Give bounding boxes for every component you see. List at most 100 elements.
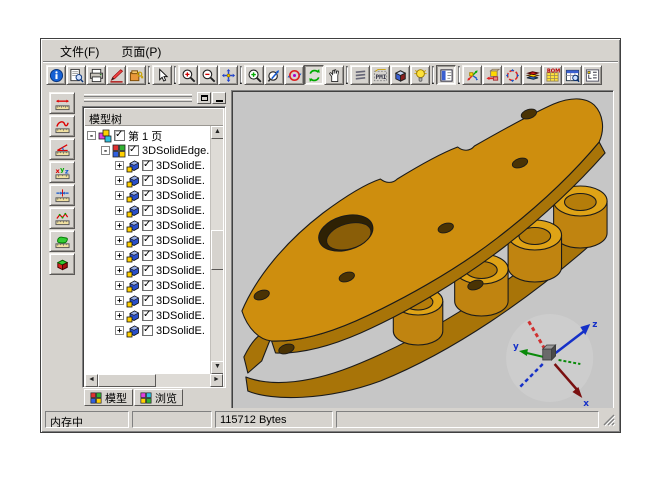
toolbar-button-orbit[interactable]	[284, 65, 304, 85]
toolbar-button-zoom-window[interactable]	[244, 65, 264, 85]
toolbar-button-measure-polyline[interactable]	[49, 207, 75, 229]
resize-grip[interactable]	[602, 413, 616, 427]
tree-item-assembly[interactable]: - 3DSolidEdge.	[85, 143, 210, 158]
panel-drag-grip[interactable]	[82, 92, 196, 104]
toolbar-button-print-preview[interactable]	[66, 65, 86, 85]
panel-hide-button[interactable]	[212, 92, 226, 104]
viewport-wrap: z x y	[231, 89, 618, 408]
tree-item-part-2[interactable]: + 3DSolidE.	[85, 173, 210, 188]
tree-item-checkbox[interactable]	[142, 265, 153, 276]
toolbar-button-pmi[interactable]	[370, 65, 390, 85]
toolbar-button-info[interactable]	[46, 65, 66, 85]
toolbar-button-measure-curve[interactable]	[49, 115, 75, 137]
tree-item-part-7[interactable]: + 3DSolidE.	[85, 248, 210, 263]
tree-expand-toggle[interactable]: +	[115, 251, 124, 260]
toolbar-button-rotate-part[interactable]	[502, 65, 522, 85]
toolbar-button-print[interactable]	[86, 65, 106, 85]
tree-node-icon	[126, 204, 140, 218]
tab-model[interactable]: 模型	[84, 389, 133, 406]
toolbar-button-measure-gap[interactable]	[49, 184, 75, 206]
tree-item-part-10[interactable]: + 3DSolidE.	[85, 293, 210, 308]
toolbar-button-measure-volume[interactable]	[49, 253, 75, 275]
tree-item-checkbox[interactable]	[142, 280, 153, 291]
toolbar-button-measure-coordinate[interactable]	[49, 161, 75, 183]
toolbar-button-structure-tree[interactable]	[582, 65, 602, 85]
tree-expand-toggle[interactable]: -	[101, 146, 110, 155]
tree-item-checkbox[interactable]	[142, 160, 153, 171]
toolbar-button-select[interactable]	[152, 65, 172, 85]
toolbar-button-redline[interactable]	[106, 65, 126, 85]
toolbar-button-bom[interactable]	[542, 65, 562, 85]
tree-expand-toggle[interactable]: -	[87, 131, 96, 140]
toolbar-button-zoom-in[interactable]	[178, 65, 198, 85]
scroll-thumb[interactable]	[211, 230, 223, 270]
toolbar-button-measure-angle[interactable]	[49, 138, 75, 160]
tree-item-checkbox[interactable]	[142, 295, 153, 306]
tree-expand-toggle[interactable]: +	[115, 296, 124, 305]
tree-item-part-11[interactable]: + 3DSolidE.	[85, 308, 210, 323]
tree-item-checkbox[interactable]	[114, 130, 125, 141]
toolbar-button-spin[interactable]	[304, 65, 324, 85]
menu-file[interactable]: 文件(F)	[51, 41, 108, 62]
scroll-right-button[interactable]: ►	[210, 374, 223, 387]
scroll-thumb[interactable]	[98, 374, 156, 387]
tree-item-checkbox[interactable]	[142, 235, 153, 246]
toolbar-button-stamp[interactable]	[126, 65, 146, 85]
tree-item-part-6[interactable]: + 3DSolidE.	[85, 233, 210, 248]
tree-item-checkbox[interactable]	[142, 325, 153, 336]
toolbar-button-layers[interactable]	[350, 65, 370, 85]
tree-item-part-4[interactable]: + 3DSolidE.	[85, 203, 210, 218]
tree-item-checkbox[interactable]	[142, 205, 153, 216]
toolbar-button-pan-hand[interactable]	[324, 65, 344, 85]
toolbar-button-browser-panel[interactable]	[436, 65, 456, 85]
tree-item-checkbox[interactable]	[142, 250, 153, 261]
toolbar-button-lighting[interactable]	[410, 65, 430, 85]
toolbar-button-property-table[interactable]	[562, 65, 582, 85]
tree-vertical-scrollbar[interactable]: ▲ ▼	[210, 126, 223, 374]
toolbar-icon	[413, 68, 428, 83]
tree-item-part-3[interactable]: + 3DSolidE.	[85, 188, 210, 203]
tree-expand-toggle[interactable]: +	[115, 281, 124, 290]
tree-expand-toggle[interactable]: +	[115, 161, 124, 170]
tree-item-part-9[interactable]: + 3DSolidE.	[85, 278, 210, 293]
tree-item-checkbox[interactable]	[142, 220, 153, 231]
scroll-up-button[interactable]: ▲	[211, 126, 223, 139]
tree-expand-toggle[interactable]: +	[115, 191, 124, 200]
tree-item-checkbox[interactable]	[142, 310, 153, 321]
tree-tab-bar: 模型 浏览	[82, 388, 226, 408]
tree-expand-toggle[interactable]: +	[115, 266, 124, 275]
3d-scene: z x y	[232, 91, 613, 408]
toolbar-button-zoom-out[interactable]	[198, 65, 218, 85]
toolbar-button-measure-area[interactable]	[49, 230, 75, 252]
tab-browse[interactable]: 浏览	[134, 389, 183, 406]
tree-item-part-12[interactable]: + 3DSolidE.	[85, 323, 210, 338]
tree-expand-toggle[interactable]: +	[115, 311, 124, 320]
tree-expand-toggle[interactable]: +	[115, 221, 124, 230]
scroll-left-button[interactable]: ◄	[85, 374, 98, 387]
toolbar-separator	[240, 66, 242, 84]
tree-expand-toggle[interactable]: +	[115, 236, 124, 245]
tree-item-checkbox[interactable]	[142, 175, 153, 186]
toolbar-button-move-part[interactable]	[482, 65, 502, 85]
toolbar-button-render-mode[interactable]	[390, 65, 410, 85]
tree-expand-toggle[interactable]: +	[115, 326, 124, 335]
scroll-down-button[interactable]: ▼	[211, 361, 223, 374]
tree-expand-toggle[interactable]: +	[115, 176, 124, 185]
toolbar-button-parts-list[interactable]	[522, 65, 542, 85]
tree-expand-toggle[interactable]: +	[115, 206, 124, 215]
toolbar-button-pan[interactable]	[218, 65, 238, 85]
toolbar-icon	[54, 234, 71, 249]
tree-item-page-1[interactable]: - 第 1 页	[85, 128, 210, 143]
tree-item-part-1[interactable]: + 3DSolidE.	[85, 158, 210, 173]
tree-item-checkbox[interactable]	[128, 145, 139, 156]
tree-horizontal-scrollbar[interactable]: ◄ ►	[85, 374, 223, 387]
toolbar-button-dynamic-zoom[interactable]	[264, 65, 284, 85]
3d-viewport[interactable]: z x y	[231, 90, 614, 408]
toolbar-button-explode[interactable]	[462, 65, 482, 85]
tree-item-part-8[interactable]: + 3DSolidE.	[85, 263, 210, 278]
tree-item-part-5[interactable]: + 3DSolidE.	[85, 218, 210, 233]
tree-item-checkbox[interactable]	[142, 190, 153, 201]
toolbar-button-measure-distance[interactable]	[49, 92, 75, 114]
menu-page[interactable]: 页面(P)	[112, 41, 170, 62]
panel-float-button[interactable]	[197, 92, 211, 104]
